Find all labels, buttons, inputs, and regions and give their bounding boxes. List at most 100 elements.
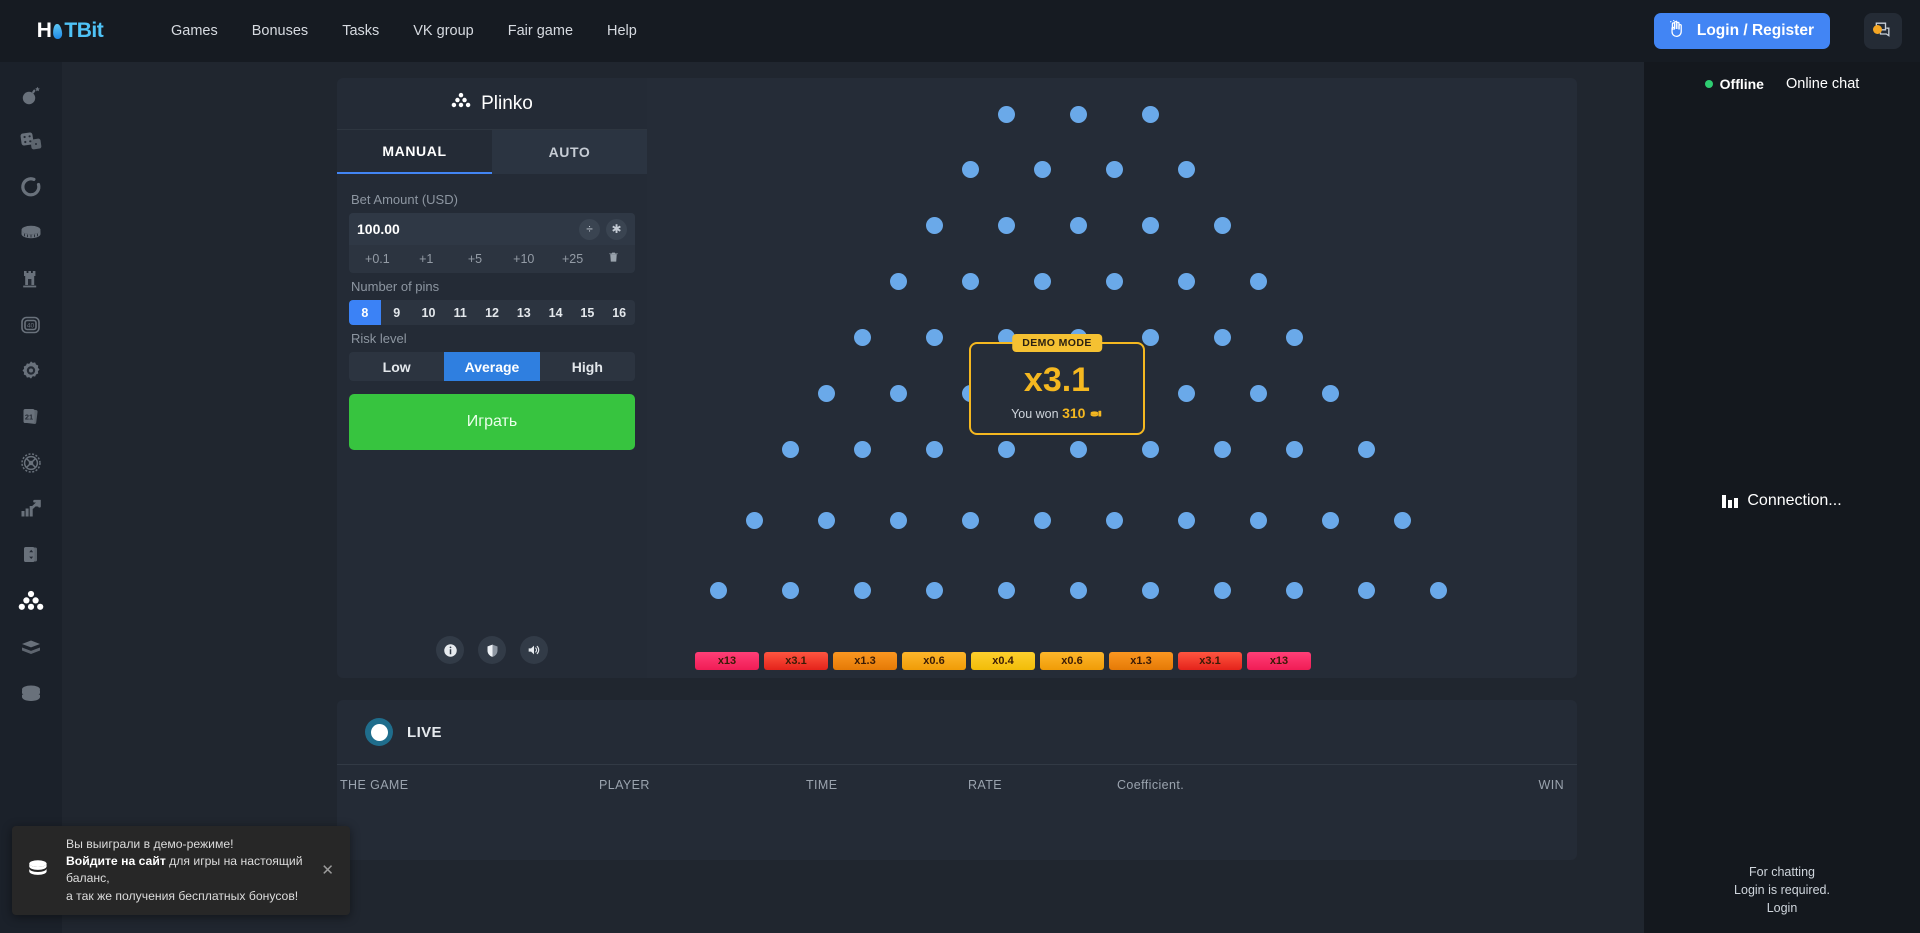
pin <box>1106 512 1123 529</box>
coin-stack-icon <box>1089 407 1103 421</box>
pin <box>1250 385 1267 402</box>
chat-login-link[interactable]: Login <box>1767 901 1798 915</box>
sidebar-item-plinko[interactable] <box>0 578 62 624</box>
bet-quick-add-25[interactable]: +25 <box>548 252 597 266</box>
roulette-icon <box>19 451 43 475</box>
sidebar-item-keno[interactable]: 40 <box>0 302 62 348</box>
brand-logo[interactable]: H TBit <box>22 18 118 44</box>
sound-icon[interactable] <box>520 636 548 664</box>
hilo-cards-icon <box>19 543 43 567</box>
sidebar-item-tower[interactable] <box>0 256 62 302</box>
pins-selector: 8 9 10 11 12 13 14 15 16 <box>349 300 635 325</box>
multiplier-bar: x13 x3.1 x1.3 x0.6 x0.4 x0.6 x1.3 x3.1 x… <box>695 652 1311 670</box>
sidebar-item-roulette[interactable] <box>0 440 62 486</box>
sidebar-item-coin[interactable] <box>0 210 62 256</box>
pins-option-11[interactable]: 11 <box>444 300 476 325</box>
sidebar-item-blackjack[interactable]: 21 <box>0 394 62 440</box>
info-icon[interactable] <box>436 636 464 664</box>
nav-item-games[interactable]: Games <box>154 15 235 47</box>
sidebar-item-crash[interactable] <box>0 486 62 532</box>
live-header: LIVE <box>337 700 1577 764</box>
live-label: LIVE <box>407 723 442 741</box>
chat-prompt-line1: For chatting <box>1748 864 1815 879</box>
nav-item-tasks[interactable]: Tasks <box>325 15 396 47</box>
sidebar-item-mines[interactable] <box>0 72 62 118</box>
game-title-bar: Plinko <box>337 78 647 130</box>
sidebar-item-chips[interactable] <box>0 670 62 716</box>
demo-win-toast: Вы выиграли в демо-режиме! Войдите на са… <box>12 825 350 915</box>
pin <box>1358 582 1375 599</box>
nav-item-vk-group[interactable]: VK group <box>396 15 490 47</box>
pins-option-15[interactable]: 15 <box>571 300 603 325</box>
connection-label: Connection... <box>1747 492 1842 509</box>
nav-item-bonuses[interactable]: Bonuses <box>235 15 325 47</box>
shield-icon[interactable] <box>478 636 506 664</box>
ring-icon <box>19 175 43 199</box>
panel-body: Bet Amount (USD) 100.00 ÷ ✱ +0.1 +1 +5 +… <box>337 174 647 450</box>
cards-21-icon: 21 <box>19 405 43 429</box>
nav-item-help[interactable]: Help <box>590 15 654 47</box>
pins-option-9[interactable]: 9 <box>381 300 413 325</box>
slot-icon <box>19 635 43 659</box>
logo-text-second: TBit <box>64 19 104 42</box>
column-win: WIN <box>1538 777 1564 792</box>
multiply-icon[interactable]: ✱ <box>606 218 627 240</box>
sidebar-item-slots[interactable] <box>0 624 62 670</box>
pin <box>1430 582 1447 599</box>
bet-quick-add-0.1[interactable]: +0.1 <box>353 252 402 266</box>
sidebar-item-wheel[interactable] <box>0 164 62 210</box>
nav-item-fair-game[interactable]: Fair game <box>491 15 590 47</box>
pins-option-8[interactable]: 8 <box>349 300 381 325</box>
chat-panel: Offline Online chat Connection... For ch… <box>1644 62 1920 933</box>
sidebar-item-dice[interactable] <box>0 118 62 164</box>
pin <box>1286 441 1303 458</box>
game-container: Plinko MANUAL AUTO Bet Amount (USD) 100.… <box>337 78 1577 678</box>
multiplier-cell-7: x3.1 <box>1178 652 1242 670</box>
login-register-button[interactable]: Login / Register <box>1653 13 1830 49</box>
tab-manual[interactable]: MANUAL <box>337 130 492 174</box>
bet-quick-add-1[interactable]: +1 <box>402 252 451 266</box>
sidebar-item-hilo[interactable] <box>0 532 62 578</box>
pins-option-14[interactable]: 14 <box>540 300 572 325</box>
chat-panel-header: Offline Online chat <box>1644 62 1920 106</box>
bet-amount-input[interactable]: 100.00 <box>357 221 400 237</box>
pin <box>998 582 1015 599</box>
pin <box>1142 106 1159 123</box>
win-multiplier: x3.1 <box>1023 360 1091 399</box>
plinko-pyramid-icon <box>451 92 471 115</box>
trash-icon[interactable] <box>597 250 631 269</box>
plinko-board: DEMO MODE x3.1 You won 310 x13 x3.1 x1.3… <box>647 78 1577 678</box>
pin <box>1070 582 1087 599</box>
risk-option-average[interactable]: Average <box>444 352 540 381</box>
pins-option-10[interactable]: 10 <box>413 300 445 325</box>
pins-option-12[interactable]: 12 <box>476 300 508 325</box>
pins-option-16[interactable]: 16 <box>603 300 635 325</box>
risk-option-low[interactable]: Low <box>349 352 444 381</box>
tab-auto[interactable]: AUTO <box>492 130 647 174</box>
play-button[interactable]: Играть <box>349 394 635 450</box>
pins-option-13[interactable]: 13 <box>508 300 540 325</box>
pin <box>1178 385 1195 402</box>
pin <box>854 441 871 458</box>
risk-option-high[interactable]: High <box>540 352 635 381</box>
live-toggle[interactable] <box>365 718 393 746</box>
chat-toggle-button[interactable] <box>1864 13 1902 49</box>
column-rate: RATE <box>968 777 1003 792</box>
pin <box>890 385 907 402</box>
divide-icon[interactable]: ÷ <box>579 218 600 240</box>
risk-selector: Low Average High <box>349 352 635 381</box>
bet-quick-add-5[interactable]: +5 <box>451 252 500 266</box>
pin <box>926 329 943 346</box>
risk-level-label: Risk level <box>351 331 407 346</box>
multiplier-cell-4: x0.4 <box>971 652 1035 670</box>
bet-quick-add-10[interactable]: +10 <box>499 252 548 266</box>
pin <box>890 512 907 529</box>
pin <box>1286 582 1303 599</box>
pin <box>1322 512 1339 529</box>
pin <box>710 582 727 599</box>
sidebar-item-saw[interactable] <box>0 348 62 394</box>
multiplier-cell-6: x1.3 <box>1109 652 1173 670</box>
plinko-pyramid-icon <box>18 590 44 612</box>
close-icon[interactable]: ✕ <box>317 861 338 879</box>
pin <box>998 217 1015 234</box>
